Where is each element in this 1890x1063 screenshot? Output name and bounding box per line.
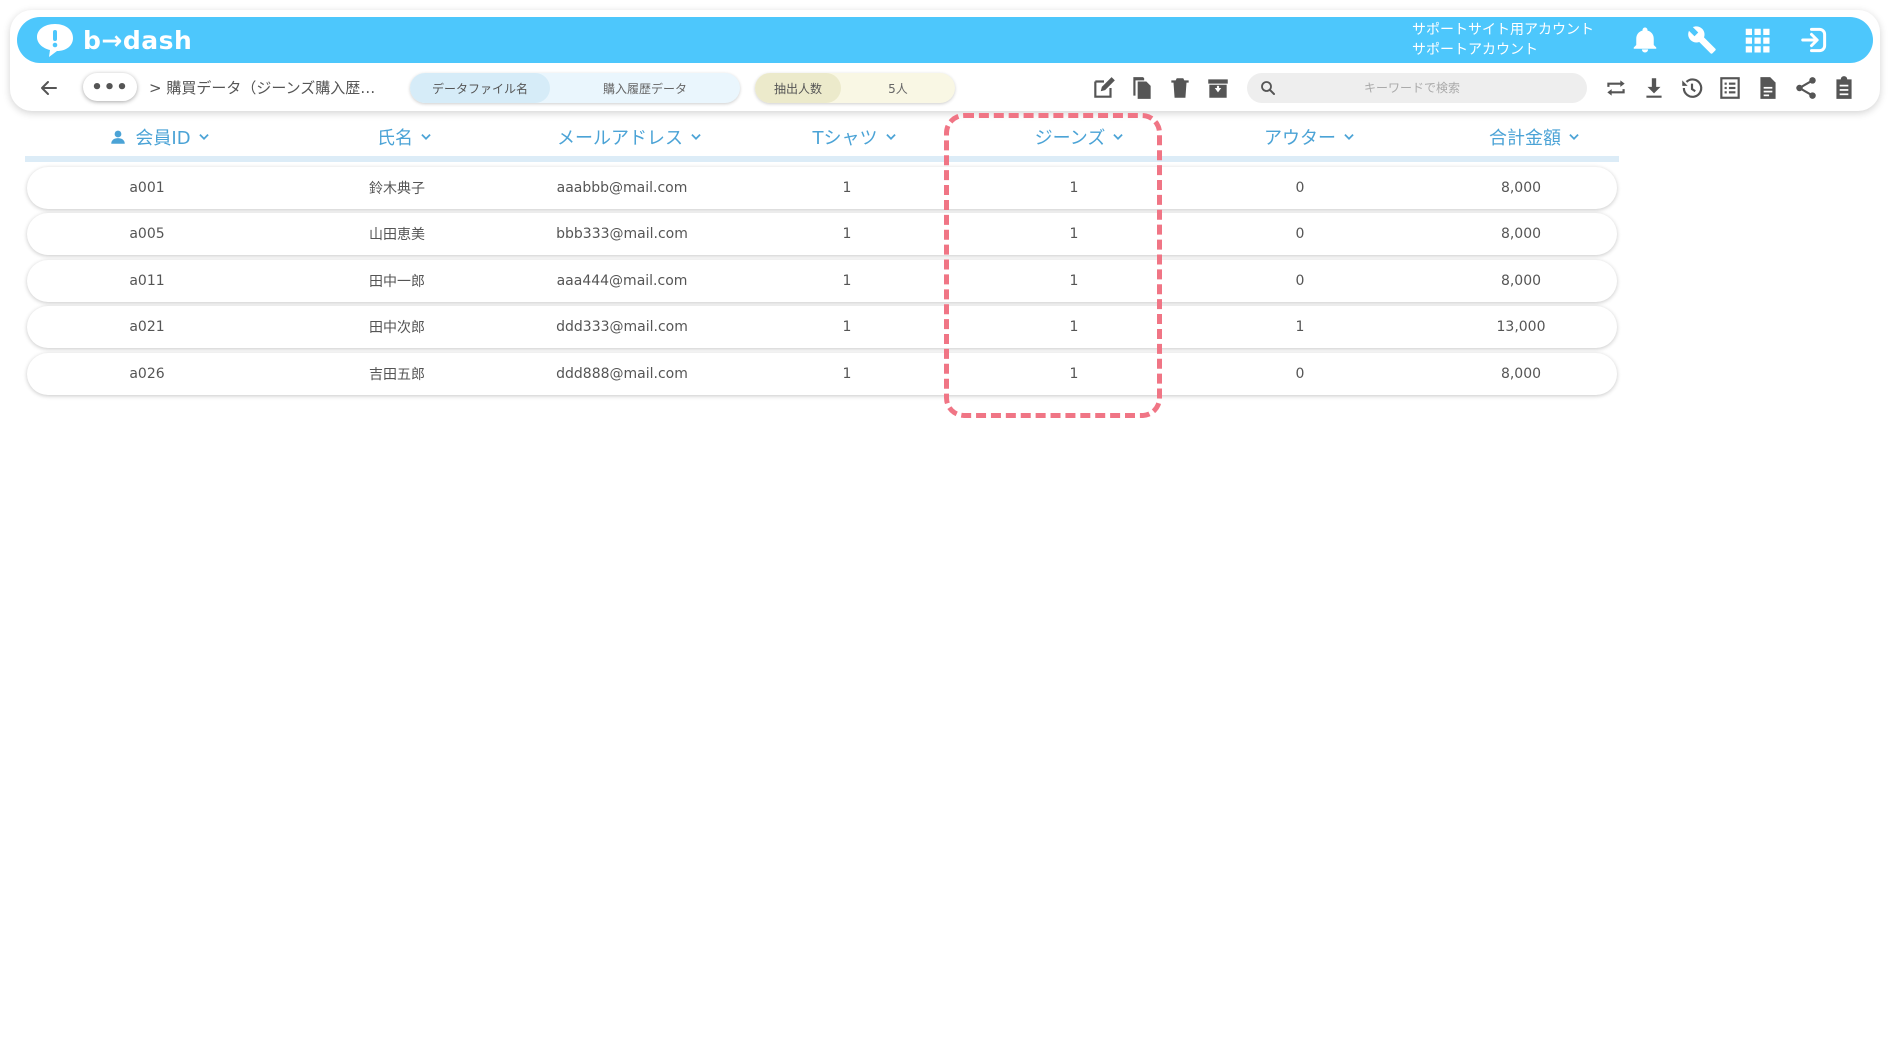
cell-outer: 1 bbox=[1295, 319, 1305, 335]
chevron-down-icon bbox=[885, 134, 896, 140]
column-header-label: メールアドレス bbox=[557, 128, 683, 149]
column-header-outer[interactable]: アウター bbox=[1200, 124, 1420, 150]
trash-icon[interactable] bbox=[1167, 75, 1193, 101]
cell-total: 8,000 bbox=[1500, 273, 1542, 289]
column-header-total[interactable]: 合計金額 bbox=[1425, 124, 1645, 150]
account-info[interactable]: サポートサイト用アカウント サポートアカウント bbox=[1412, 20, 1594, 60]
back-arrow-icon[interactable] bbox=[37, 76, 61, 100]
user-icon bbox=[111, 130, 126, 144]
cell-name: 吉田五郎 bbox=[369, 367, 425, 383]
download-icon[interactable] bbox=[1641, 75, 1667, 101]
cell-total: 13,000 bbox=[1496, 319, 1546, 335]
cell-jeans: 1 bbox=[1069, 319, 1079, 335]
repeat-icon[interactable] bbox=[1603, 75, 1629, 101]
apps-grid-icon[interactable] bbox=[1742, 25, 1772, 55]
cell-tshirt: 1 bbox=[842, 226, 852, 242]
cell-jeans: 1 bbox=[1069, 180, 1079, 196]
cell-tshirt: 1 bbox=[842, 180, 852, 196]
cell-email: ddd333@mail.com bbox=[556, 319, 688, 335]
column-header-label: Tシャツ bbox=[812, 128, 878, 149]
column-header-member-id[interactable]: 会員ID bbox=[50, 124, 270, 150]
toolbar: ••• > 購買データ（ジーンズ購入歴… データファイル名 購入履歴データ 抽出… bbox=[17, 70, 1873, 106]
cell-name: 鈴木典子 bbox=[369, 181, 425, 197]
more-button[interactable]: ••• bbox=[83, 73, 137, 101]
table-header: 会員ID 氏名 メールアドレス Tシャツ ジーンズ アウター 合計金額 bbox=[25, 118, 1619, 162]
column-header-name[interactable]: 氏名 bbox=[295, 124, 515, 150]
data-file-pill[interactable]: データファイル名 購入履歴データ bbox=[410, 73, 740, 103]
column-header-label: 合計金額 bbox=[1489, 128, 1561, 149]
bell-icon[interactable] bbox=[1630, 25, 1660, 55]
cell-name: 山田恵美 bbox=[369, 227, 425, 243]
search-icon bbox=[1261, 81, 1275, 95]
account-line-1: サポートサイト用アカウント bbox=[1412, 22, 1594, 38]
cell-email: aaa444@mail.com bbox=[556, 273, 688, 289]
cell-jeans: 1 bbox=[1069, 226, 1079, 242]
cell-name: 田中一郎 bbox=[369, 274, 425, 290]
extract-count-label: 抽出人数 bbox=[755, 73, 841, 103]
cell-email: ddd888@mail.com bbox=[556, 366, 688, 382]
column-header-email[interactable]: メールアドレス bbox=[520, 124, 740, 150]
cell-outer: 0 bbox=[1295, 273, 1305, 289]
data-file-value: 購入履歴データ bbox=[602, 81, 687, 96]
cell-member-id: a005 bbox=[129, 226, 165, 242]
cell-member-id: a011 bbox=[129, 273, 165, 289]
account-line-2: サポートアカウント bbox=[1412, 42, 1538, 58]
cell-tshirt: 1 bbox=[842, 366, 852, 382]
chevron-down-icon bbox=[691, 134, 701, 140]
top-bar: b→dash サポートサイト用アカウント サポートアカウント bbox=[17, 17, 1873, 63]
copy-icon[interactable] bbox=[1129, 75, 1155, 101]
table-row[interactable]: a005 山田恵美 bbb333@mail.com 1 1 0 8,000 bbox=[27, 213, 1617, 255]
table-row[interactable]: a026 吉田五郎 ddd888@mail.com 1 1 0 8,000 bbox=[27, 353, 1617, 395]
table-row[interactable]: a011 田中一郎 aaa444@mail.com 1 1 0 8,000 bbox=[27, 260, 1617, 302]
column-header-label: 会員ID bbox=[135, 128, 191, 149]
cell-jeans: 1 bbox=[1069, 273, 1079, 289]
archive-icon[interactable] bbox=[1205, 75, 1231, 101]
extract-count-pill[interactable]: 抽出人数 5人 bbox=[755, 73, 955, 103]
column-header-label: 氏名 bbox=[377, 128, 413, 149]
column-header-label: ジーンズ bbox=[1034, 128, 1106, 149]
chevron-down-icon bbox=[421, 134, 431, 140]
chevron-down-icon bbox=[198, 134, 209, 140]
data-file-label: データファイル名 bbox=[410, 73, 550, 103]
chevron-down-icon bbox=[1113, 134, 1124, 140]
cell-name: 田中次郎 bbox=[369, 320, 425, 336]
chevron-down-icon bbox=[1344, 134, 1354, 140]
cell-outer: 0 bbox=[1295, 366, 1305, 382]
cell-member-id: a026 bbox=[129, 366, 165, 382]
cell-email: bbb333@mail.com bbox=[556, 226, 688, 242]
document-icon[interactable] bbox=[1755, 75, 1781, 101]
cell-total: 8,000 bbox=[1500, 366, 1542, 382]
cell-total: 8,000 bbox=[1500, 180, 1542, 196]
table-row[interactable]: a001 鈴木典子 aaabbb@mail.com 1 1 0 8,000 bbox=[27, 167, 1617, 209]
cell-tshirt: 1 bbox=[842, 273, 852, 289]
column-header-label: アウター bbox=[1264, 128, 1336, 149]
logo-text: b→dash bbox=[83, 25, 193, 55]
cell-member-id: a021 bbox=[129, 319, 165, 335]
table-row[interactable]: a021 田中次郎 ddd333@mail.com 1 1 1 13,000 bbox=[27, 306, 1617, 348]
cell-total: 8,000 bbox=[1500, 226, 1542, 242]
cell-jeans: 1 bbox=[1069, 366, 1079, 382]
search-input[interactable] bbox=[1277, 80, 1547, 96]
cell-tshirt: 1 bbox=[842, 319, 852, 335]
cell-email: aaabbb@mail.com bbox=[556, 180, 688, 196]
cell-outer: 0 bbox=[1295, 180, 1305, 196]
app-logo[interactable]: b→dash bbox=[35, 23, 192, 57]
column-header-tshirt[interactable]: Tシャツ bbox=[745, 124, 965, 150]
search-box[interactable] bbox=[1247, 73, 1587, 103]
login-icon[interactable] bbox=[1799, 25, 1829, 55]
share-icon[interactable] bbox=[1793, 75, 1819, 101]
wrench-icon[interactable] bbox=[1687, 25, 1717, 55]
breadcrumb[interactable]: > 購買データ（ジーンズ購入歴… bbox=[149, 77, 375, 98]
edit-icon[interactable] bbox=[1091, 75, 1117, 101]
cell-outer: 0 bbox=[1295, 226, 1305, 242]
logo-bubble-icon bbox=[37, 24, 73, 57]
extract-count-value: 5人 bbox=[888, 81, 908, 96]
clipboard-icon[interactable] bbox=[1831, 75, 1857, 101]
chevron-down-icon bbox=[1569, 134, 1579, 140]
column-header-jeans[interactable]: ジーンズ bbox=[970, 124, 1190, 150]
list-view-icon[interactable] bbox=[1717, 75, 1743, 101]
history-icon[interactable] bbox=[1679, 75, 1705, 101]
cell-member-id: a001 bbox=[129, 180, 165, 196]
